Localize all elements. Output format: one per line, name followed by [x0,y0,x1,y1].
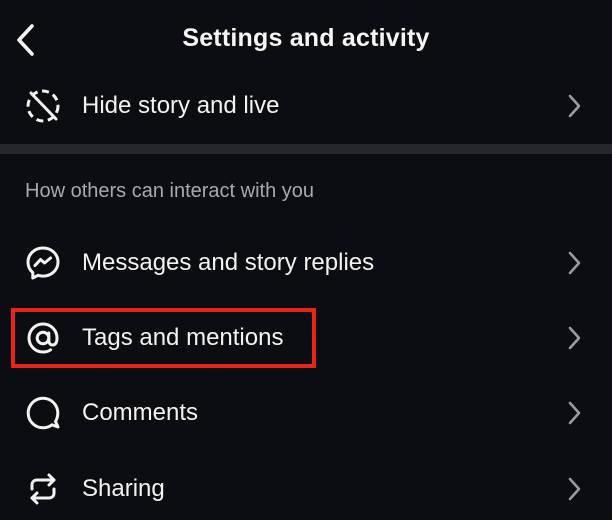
menu-item-label: Hide story and live [82,92,280,119]
header: Settings and activity [0,0,612,78]
menu-item-label: Comments [82,399,199,426]
section-divider [0,144,612,154]
chevron-right-icon [564,92,584,120]
messenger-icon [24,244,62,282]
comment-bubble-icon [24,394,62,432]
hide-story-icon [24,87,62,125]
chevron-right-icon [564,249,584,277]
chevron-right-icon [564,399,584,427]
menu-item-label: Messages and story replies [82,249,375,276]
chevron-right-icon [564,324,584,352]
menu-item-label: Sharing [82,475,165,502]
share-arrows-icon [24,470,62,508]
at-sign-icon [24,319,62,357]
menu-item-sharing[interactable]: Sharing [0,458,612,520]
menu-item-messages[interactable]: Messages and story replies [0,232,612,294]
section-heading: How others can interact with you [25,180,315,202]
menu-item-label: Tags and mentions [82,324,284,351]
menu-item-hide-story[interactable]: Hide story and live [0,75,612,137]
menu-item-comments[interactable]: Comments [0,382,612,444]
menu-item-tags-mentions[interactable]: Tags and mentions [0,307,612,369]
page-title: Settings and activity [182,24,430,52]
chevron-right-icon [564,475,584,503]
